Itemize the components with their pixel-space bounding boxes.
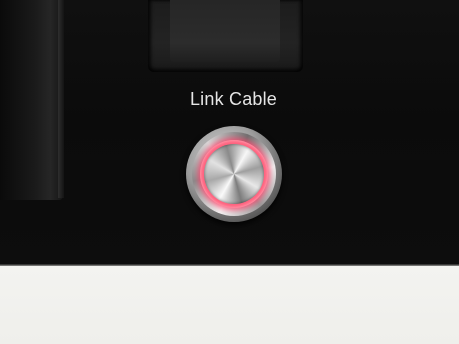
top-slot-inner xyxy=(170,0,280,62)
button-face xyxy=(204,144,264,204)
table-surface xyxy=(0,266,459,344)
button-led-ring xyxy=(200,140,268,208)
photo-scene: Link Cable xyxy=(0,0,459,344)
panel-label: Link Cable xyxy=(189,89,278,109)
link-cable-button[interactable] xyxy=(186,126,282,222)
